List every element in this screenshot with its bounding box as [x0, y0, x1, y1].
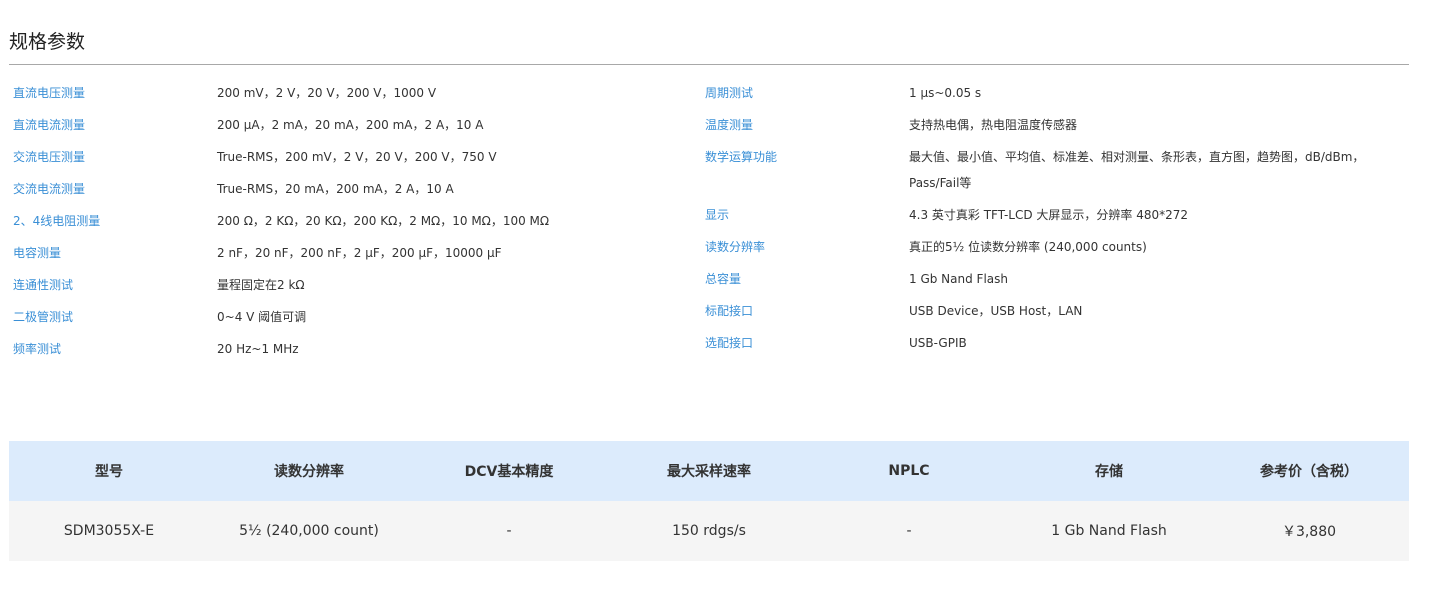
spec-row: 二极管测试 0~4 V 阈值可调: [13, 304, 693, 336]
cell-max-sample-rate: 150 rdgs/s: [609, 501, 809, 561]
spec-value: True-RMS，200 mV，2 V，20 V，200 V，750 V: [217, 150, 497, 164]
spec-value: 20 Hz~1 MHz: [217, 342, 299, 356]
spec-value: 1 Gb Nand Flash: [909, 272, 1008, 286]
spec-value: 真正的5½ 位读数分辨率 (240,000 counts): [909, 240, 1147, 254]
spec-row: 周期测试 1 μs~0.05 s: [705, 80, 1405, 112]
spec-row: 总容量 1 Gb Nand Flash: [705, 266, 1405, 298]
spec-label[interactable]: 温度测量: [705, 112, 909, 138]
spec-row: 标配接口 USB Device，USB Host，LAN: [705, 298, 1405, 330]
header-dcv-accuracy: DCV基本精度: [409, 441, 609, 501]
spec-value: 200 Ω，2 KΩ，20 KΩ，200 KΩ，2 MΩ，10 MΩ，100 M…: [217, 214, 550, 228]
spec-value: 200 mV，2 V，20 V，200 V，1000 V: [217, 86, 437, 100]
spec-row: 电容测量 2 nF，20 nF，200 nF，2 μF，200 μF，10000…: [13, 240, 693, 272]
table-header-row: 型号 读数分辨率 DCV基本精度 最大采样速率 NPLC 存储 参考价（含税）: [9, 441, 1409, 501]
spec-row: 直流电流测量 200 μA，2 mA，20 mA，200 mA，2 A，10 A: [13, 112, 693, 144]
header-resolution: 读数分辨率: [209, 441, 409, 501]
spec-label[interactable]: 数学运算功能: [705, 144, 909, 170]
spec-row: 温度测量 支持热电偶，热电阻温度传感器: [705, 112, 1405, 144]
spec-row: 2、4线电阻测量 200 Ω，2 KΩ，20 KΩ，200 KΩ，2 MΩ，10…: [13, 208, 693, 240]
spec-label[interactable]: 电容测量: [13, 240, 217, 266]
spec-value: 4.3 英寸真彩 TFT-LCD 大屏显示，分辨率 480*272: [909, 208, 1189, 222]
spec-list-right: 周期测试 1 μs~0.05 s 温度测量 支持热电偶，热电阻温度传感器 数学运…: [705, 80, 1405, 362]
spec-label[interactable]: 周期测试: [705, 80, 909, 106]
spec-value: True-RMS，20 mA，200 mA，2 A，10 A: [217, 182, 454, 196]
title-divider: [9, 64, 1409, 65]
header-price: 参考价（含税）: [1209, 441, 1409, 501]
spec-label[interactable]: 显示: [705, 202, 909, 228]
spec-value: 1 μs~0.05 s: [909, 86, 982, 100]
spec-label[interactable]: 交流电流测量: [13, 176, 217, 202]
table-row: SDM3055X-E 5½ (240,000 count) - 150 rdgs…: [9, 501, 1409, 561]
spec-value: 200 μA，2 mA，20 mA，200 mA，2 A，10 A: [217, 118, 484, 132]
spec-row: 读数分辨率 真正的5½ 位读数分辨率 (240,000 counts): [705, 234, 1405, 266]
cell-price: ￥3,880: [1209, 501, 1409, 561]
spec-label[interactable]: 2、4线电阻测量: [13, 208, 217, 234]
header-max-sample-rate: 最大采样速率: [609, 441, 809, 501]
spec-value: USB-GPIB: [909, 336, 967, 350]
spec-value: 0~4 V 阈值可调: [217, 310, 307, 324]
cell-resolution: 5½ (240,000 count): [209, 501, 409, 561]
spec-label[interactable]: 选配接口: [705, 330, 909, 356]
model-comparison-table: 型号 读数分辨率 DCV基本精度 最大采样速率 NPLC 存储 参考价（含税） …: [9, 441, 1409, 561]
spec-label[interactable]: 标配接口: [705, 298, 909, 324]
spec-label[interactable]: 读数分辨率: [705, 234, 909, 260]
header-storage: 存储: [1009, 441, 1209, 501]
header-model: 型号: [9, 441, 209, 501]
spec-label[interactable]: 直流电流测量: [13, 112, 217, 138]
cell-storage: 1 Gb Nand Flash: [1009, 501, 1209, 561]
spec-row: 连通性测试 量程固定在2 kΩ: [13, 272, 693, 304]
spec-page: 规格参数 直流电压测量 200 mV，2 V，20 V，200 V，1000 V…: [0, 0, 1442, 595]
spec-value: 2 nF，20 nF，200 nF，2 μF，200 μF，10000 μF: [217, 246, 502, 260]
spec-row: 频率测试 20 Hz~1 MHz: [13, 336, 693, 368]
spec-row: 显示 4.3 英寸真彩 TFT-LCD 大屏显示，分辨率 480*272: [705, 202, 1405, 234]
spec-row: 直流电压测量 200 mV，2 V，20 V，200 V，1000 V: [13, 80, 693, 112]
spec-label[interactable]: 二极管测试: [13, 304, 217, 330]
spec-row: 交流电流测量 True-RMS，20 mA，200 mA，2 A，10 A: [13, 176, 693, 208]
spec-label[interactable]: 总容量: [705, 266, 909, 292]
cell-model: SDM3055X-E: [9, 501, 209, 561]
header-nplc: NPLC: [809, 441, 1009, 501]
spec-label[interactable]: 连通性测试: [13, 272, 217, 298]
spec-label[interactable]: 交流电压测量: [13, 144, 217, 170]
spec-value: USB Device，USB Host，LAN: [909, 304, 1083, 318]
cell-dcv-accuracy: -: [409, 501, 609, 561]
cell-nplc: -: [809, 501, 1009, 561]
spec-value: 最大值、最小值、平均值、标准差、相对测量、条形表，直方图，趋势图，dB/dBm，…: [909, 150, 1365, 190]
spec-label[interactable]: 频率测试: [13, 336, 217, 362]
section-title: 规格参数: [9, 31, 86, 53]
spec-row: 数学运算功能 最大值、最小值、平均值、标准差、相对测量、条形表，直方图，趋势图，…: [705, 144, 1405, 202]
spec-row: 选配接口 USB-GPIB: [705, 330, 1405, 362]
spec-list-left: 直流电压测量 200 mV，2 V，20 V，200 V，1000 V 直流电流…: [13, 80, 693, 368]
spec-value: 支持热电偶，热电阻温度传感器: [909, 118, 1078, 132]
spec-label[interactable]: 直流电压测量: [13, 80, 217, 106]
spec-row: 交流电压测量 True-RMS，200 mV，2 V，20 V，200 V，75…: [13, 144, 693, 176]
spec-value: 量程固定在2 kΩ: [217, 278, 305, 292]
